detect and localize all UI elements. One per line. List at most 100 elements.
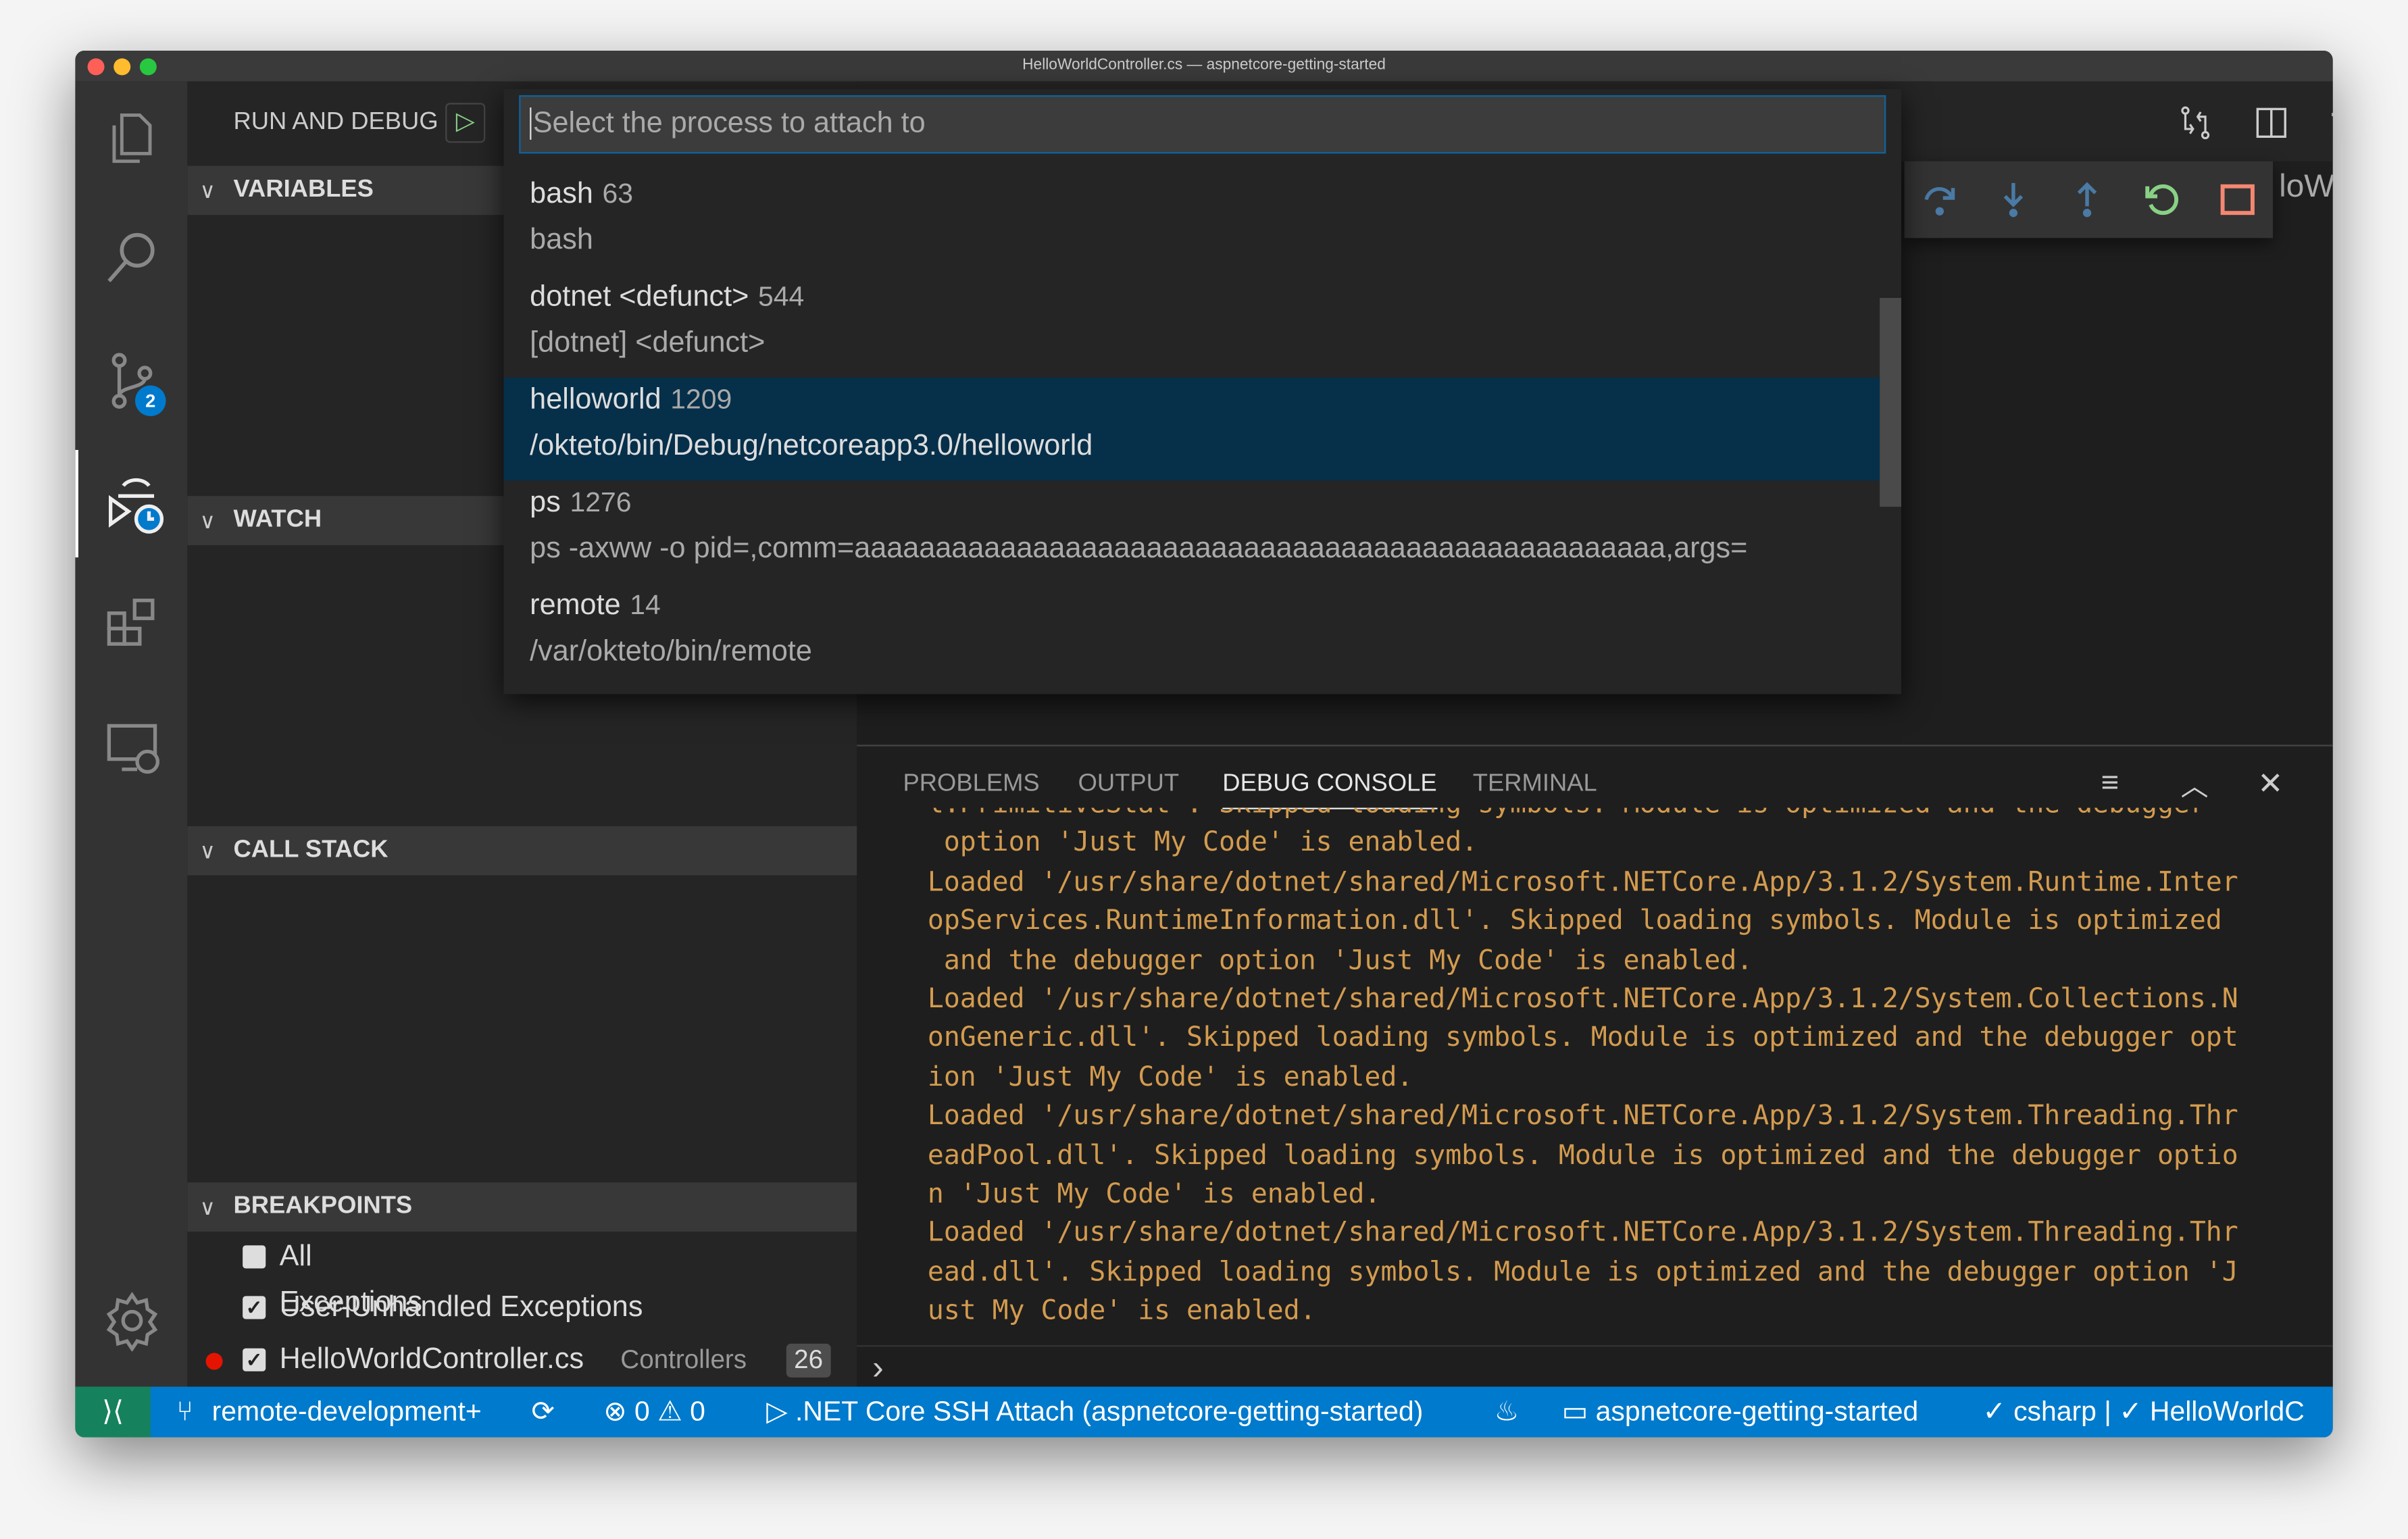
folder-status[interactable]: ▭ aspnetcore-getting-started [1562, 1387, 1919, 1438]
process-pid: 14 [630, 589, 661, 621]
process-item-remote[interactable]: remote 14/var/okteto/bin/remote [504, 584, 1880, 686]
process-detail: bash [530, 224, 593, 257]
section-label: VARIABLES [233, 176, 374, 203]
problems-status[interactable]: ⊗ 0 ⚠ 0 [603, 1387, 705, 1438]
process-name: bash [530, 178, 593, 211]
process-item-dotnet[interactable]: dotnet <defunct> 544 [dotnet] <defunct> [504, 275, 1880, 378]
open-changes-icon[interactable] [2178, 105, 2215, 149]
tab-terminal[interactable]: TERMINAL [1473, 771, 1597, 799]
process-name: helloworld [530, 384, 661, 416]
restart-icon[interactable] [2142, 180, 2182, 220]
maximize-panel-icon[interactable]: ︿ [2181, 765, 2209, 805]
process-item-helloworld[interactable]: helloworld 1209/okteto/bin/Debug/netcorea… [503, 378, 1880, 481]
console-line: Loaded '/usr/share/dotnet/shared/Microso… [927, 1218, 2238, 1250]
folder-label: aspnetcore-getting-started [1595, 1396, 1919, 1427]
remote-explorer-icon[interactable] [75, 692, 187, 800]
process-detail: ps -axww -o pid=,comm=aaaaaaaaaaaaaaaaaa… [530, 532, 1748, 565]
chevron-down-icon: ∨ [199, 838, 216, 863]
console-line: ust My Code' is enabled. [927, 1296, 1316, 1328]
console-line: Loaded '/usr/share/dotnet/shared/Microso… [927, 1101, 2238, 1132]
flame-icon[interactable]: ♨ [1495, 1387, 1520, 1438]
process-pid: 1209 [670, 384, 732, 415]
section-label: CALL STACK [233, 836, 388, 863]
tab-output[interactable]: OUTPUT [1078, 771, 1180, 799]
process-detail: /okteto/bin/Debug/netcoreapp3.0/hellowor… [530, 430, 1093, 463]
quick-pick-scrollbar[interactable] [1880, 297, 1901, 507]
process-pid: 63 [602, 178, 634, 209]
editor-tab-label[interactable]: loWo [2279, 169, 2333, 206]
console-line: and the debugger option 'Just My Code' i… [927, 945, 1753, 976]
checkbox[interactable]: ✓ [243, 1296, 266, 1319]
window-title: HelloWorldController.cs — aspnetcore-get… [1022, 57, 1386, 74]
chevron-down-icon: ∨ [199, 1194, 216, 1219]
checkbox[interactable] [243, 1245, 266, 1269]
explorer-icon[interactable] [75, 84, 187, 192]
step-into-icon[interactable] [1993, 180, 2033, 220]
maximize-window-button[interactable] [139, 58, 157, 76]
checkbox[interactable]: ✓ [243, 1348, 266, 1371]
console-line: option 'Just My Code' is enabled. [927, 828, 1478, 859]
close-panel-icon[interactable]: ✕ [2257, 765, 2283, 803]
section-label: BREAKPOINTS [233, 1193, 413, 1219]
step-out-icon[interactable] [2067, 180, 2107, 220]
console-line: l.PrimitiveStat'. Skipped loading symbol… [928, 808, 2310, 826]
debug-toolbar [1904, 161, 2274, 238]
process-search-input[interactable]: Select the process to attach to [519, 95, 1886, 154]
split-editor-icon[interactable] [2255, 106, 2288, 147]
branch-icon: ⑂ [176, 1396, 193, 1427]
process-quick-pick: Select the process to attach to bash 63 ba… [503, 89, 1901, 695]
error-count: 0 [634, 1396, 650, 1427]
tab-problems[interactable]: PROBLEMS [903, 771, 1040, 799]
debug-config-status[interactable]: ▷ .NET Core SSH Attach (aspnetcore-getti… [766, 1387, 1423, 1438]
language-status[interactable]: ✓ csharp | ✓ HelloWorldC [1982, 1387, 2304, 1438]
process-item-bash[interactable]: bash 63 bash [504, 172, 1880, 275]
warning-count: 0 [690, 1396, 705, 1427]
console-prompt[interactable]: › [872, 1348, 884, 1388]
minimize-window-button[interactable] [114, 58, 131, 76]
console-line: Loaded '/usr/share/dotnet/shared/Microso… [927, 867, 2238, 899]
chevron-down-icon: ∨ [199, 508, 216, 533]
clear-console-icon[interactable]: ≡ [2101, 766, 2119, 801]
search-icon[interactable] [75, 204, 187, 311]
process-name: dotnet <defunct> [530, 280, 749, 313]
settings-gear-icon[interactable] [75, 1267, 187, 1374]
source-control-icon[interactable]: 2 [75, 327, 187, 434]
stop-icon[interactable] [2217, 180, 2257, 220]
activity-bar: 2 [75, 81, 188, 1387]
chevron-down-icon: ∨ [199, 178, 216, 203]
breakpoint-dot-icon [205, 1353, 223, 1370]
breakpoints-section-header[interactable]: ∨ BREAKPOINTS [187, 1182, 857, 1232]
breakpoint-folder: Controllers [620, 1345, 747, 1375]
debug-console-output: l.PrimitiveStat'. Skipped loading symbol… [928, 808, 2310, 1330]
process-name: remote [530, 589, 621, 622]
title-bar: HelloWorldController.cs — aspnetcore-get… [75, 51, 2333, 82]
section-label: WATCH [233, 507, 322, 533]
tab-debug-console[interactable]: DEBUG CONSOLE [1222, 771, 1437, 809]
placeholder-text: Select the process to attach to [530, 107, 926, 140]
start-debugging-button[interactable]: ▷ [445, 103, 486, 143]
process-name: ps [530, 486, 561, 520]
breakpoint-helloworldcontroller[interactable]: ✓ HelloWorldController.cs Controllers 26 [187, 1338, 857, 1384]
sync-icon[interactable]: ⟳ [531, 1387, 554, 1438]
console-line: Loaded '/usr/share/dotnet/shared/Microso… [927, 984, 2238, 1015]
run-and-debug-icon[interactable] [75, 449, 187, 558]
step-over-icon[interactable] [1920, 180, 1959, 220]
console-line: ion 'Just My Code' is enabled. [927, 1062, 1413, 1094]
extensions-icon[interactable] [75, 570, 187, 677]
status-bar: ⟩⟨ ⑂ remote-development+ ⟳ ⊗ 0 ⚠ 0 ▷ .NE… [75, 1386, 2333, 1438]
breakpoint-line-badge: 26 [786, 1343, 831, 1378]
process-detail: [dotnet] <defunct> [530, 327, 766, 359]
process-detail: /var/okteto/bin/remote [530, 636, 812, 668]
debug-config-label: .NET Core SSH Attach (aspnetcore-getting… [795, 1396, 1424, 1427]
process-item-ps[interactable]: ps 1276 ps -axww -o pid=,comm=aaaaaaaaaaaa… [504, 480, 1880, 583]
branch-status[interactable]: remote-development+ [212, 1387, 482, 1438]
remote-indicator[interactable]: ⟩⟨ [75, 1386, 151, 1438]
breakpoint-label: HelloWorldController.cs [279, 1343, 584, 1376]
process-pid: 1276 [570, 486, 632, 518]
more-actions-icon[interactable]: ··· [2328, 97, 2333, 132]
breakpoint-label: User-Unhandled Exceptions [279, 1291, 643, 1324]
console-line: eadPool.dll'. Skipped loading symbols. M… [927, 1140, 2238, 1171]
console-line: onGeneric.dll'. Skipped loading symbols.… [927, 1023, 2238, 1055]
close-window-button[interactable] [87, 58, 105, 76]
call-stack-section-header[interactable]: ∨ CALL STACK [187, 826, 857, 876]
